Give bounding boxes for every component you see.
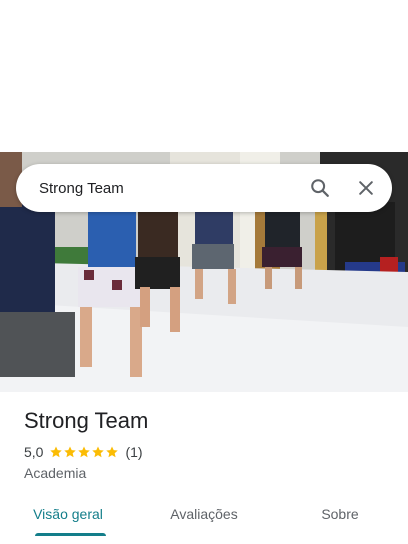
search-icon[interactable] (300, 168, 340, 208)
review-count[interactable]: (1) (125, 444, 142, 460)
tab-reviews-label: Avaliações (170, 506, 238, 522)
search-query[interactable]: Strong Team (39, 180, 300, 197)
star-icon (50, 446, 63, 458)
place-title: Strong Team (24, 408, 149, 433)
star-rating (49, 445, 119, 459)
map-blank-area (0, 0, 408, 152)
star-icon (106, 446, 119, 458)
star-icon (92, 446, 105, 458)
tab-overview[interactable]: Visão geral (0, 492, 136, 536)
tab-about-label: Sobre (321, 506, 359, 522)
tab-about[interactable]: Sobre (272, 492, 408, 536)
star-icon (78, 446, 91, 458)
search-bar[interactable]: Strong Team (16, 164, 392, 212)
close-icon[interactable] (346, 168, 386, 208)
rating-value: 5,0 (24, 444, 44, 460)
place-tabs: Visão geral Avaliações Sobre (0, 492, 408, 536)
place-category[interactable]: Academia (24, 465, 86, 481)
tab-overview-label: Visão geral (33, 506, 103, 522)
star-icon (64, 446, 77, 458)
active-tab-indicator (35, 533, 106, 536)
rating-row[interactable]: 5,0 (1) (24, 444, 143, 460)
tab-reviews[interactable]: Avaliações (136, 492, 272, 536)
